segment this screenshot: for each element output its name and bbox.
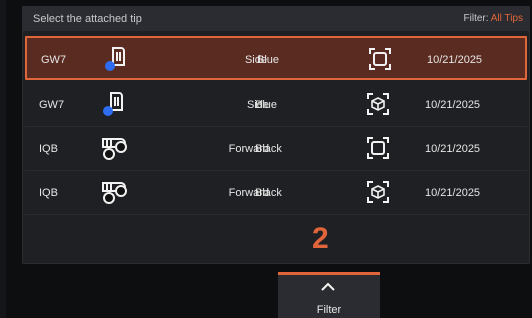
side-tip-blue-icon [101, 44, 131, 74]
annotation-number: 2 [312, 222, 329, 255]
panel-title: Select the attached tip [33, 13, 142, 25]
tip-id: GW7 [41, 54, 67, 66]
tip-date: 10/21/2025 [425, 99, 481, 111]
tip-color: Black [255, 143, 282, 155]
forward-tip-black-icon [99, 177, 129, 207]
left-edge-strip [0, 0, 6, 318]
filter-button-label: Filter [316, 304, 342, 316]
tip-color: Black [255, 187, 282, 199]
tip-row-2[interactable]: GW7 Side Blue 10/21/2025 [25, 83, 527, 127]
tip-row-3[interactable]: IQB Forward Black 10/21/2025 [25, 127, 527, 171]
filter-status: Filter: All Tips [464, 13, 523, 24]
filter-status-label: Filter: [463, 13, 489, 24]
tip-date: 10/21/2025 [425, 143, 481, 155]
tip-color: Blue [255, 99, 278, 111]
chevron-up-icon [321, 282, 335, 291]
filter-button[interactable]: Filter [278, 272, 380, 318]
tip-date: 10/21/2025 [427, 54, 483, 66]
tip-id: IQB [39, 143, 58, 155]
tip-id: GW7 [39, 99, 65, 111]
tip-row-4[interactable]: IQB Forward Black 10/21/2025 [25, 171, 527, 215]
tip-selection-panel: Select the attached tip Filter: All Tips… [22, 6, 530, 264]
forward-tip-black-icon [99, 133, 129, 163]
3d-cube-icon [365, 91, 391, 117]
tip-id: IQB [39, 187, 58, 199]
3d-cube-icon [365, 179, 391, 205]
tip-date: 10/21/2025 [425, 187, 481, 199]
tip-row-1[interactable]: GW7 Side Blue 10/21/2025 [25, 36, 527, 80]
tip-color: Blue [257, 54, 280, 66]
2d-frame-icon [367, 46, 393, 72]
filter-status-value: All Tips [490, 13, 523, 24]
panel-header: Select the attached tip Filter: All Tips [23, 7, 529, 31]
2d-frame-icon [365, 135, 391, 161]
side-tip-blue-icon [99, 89, 129, 119]
